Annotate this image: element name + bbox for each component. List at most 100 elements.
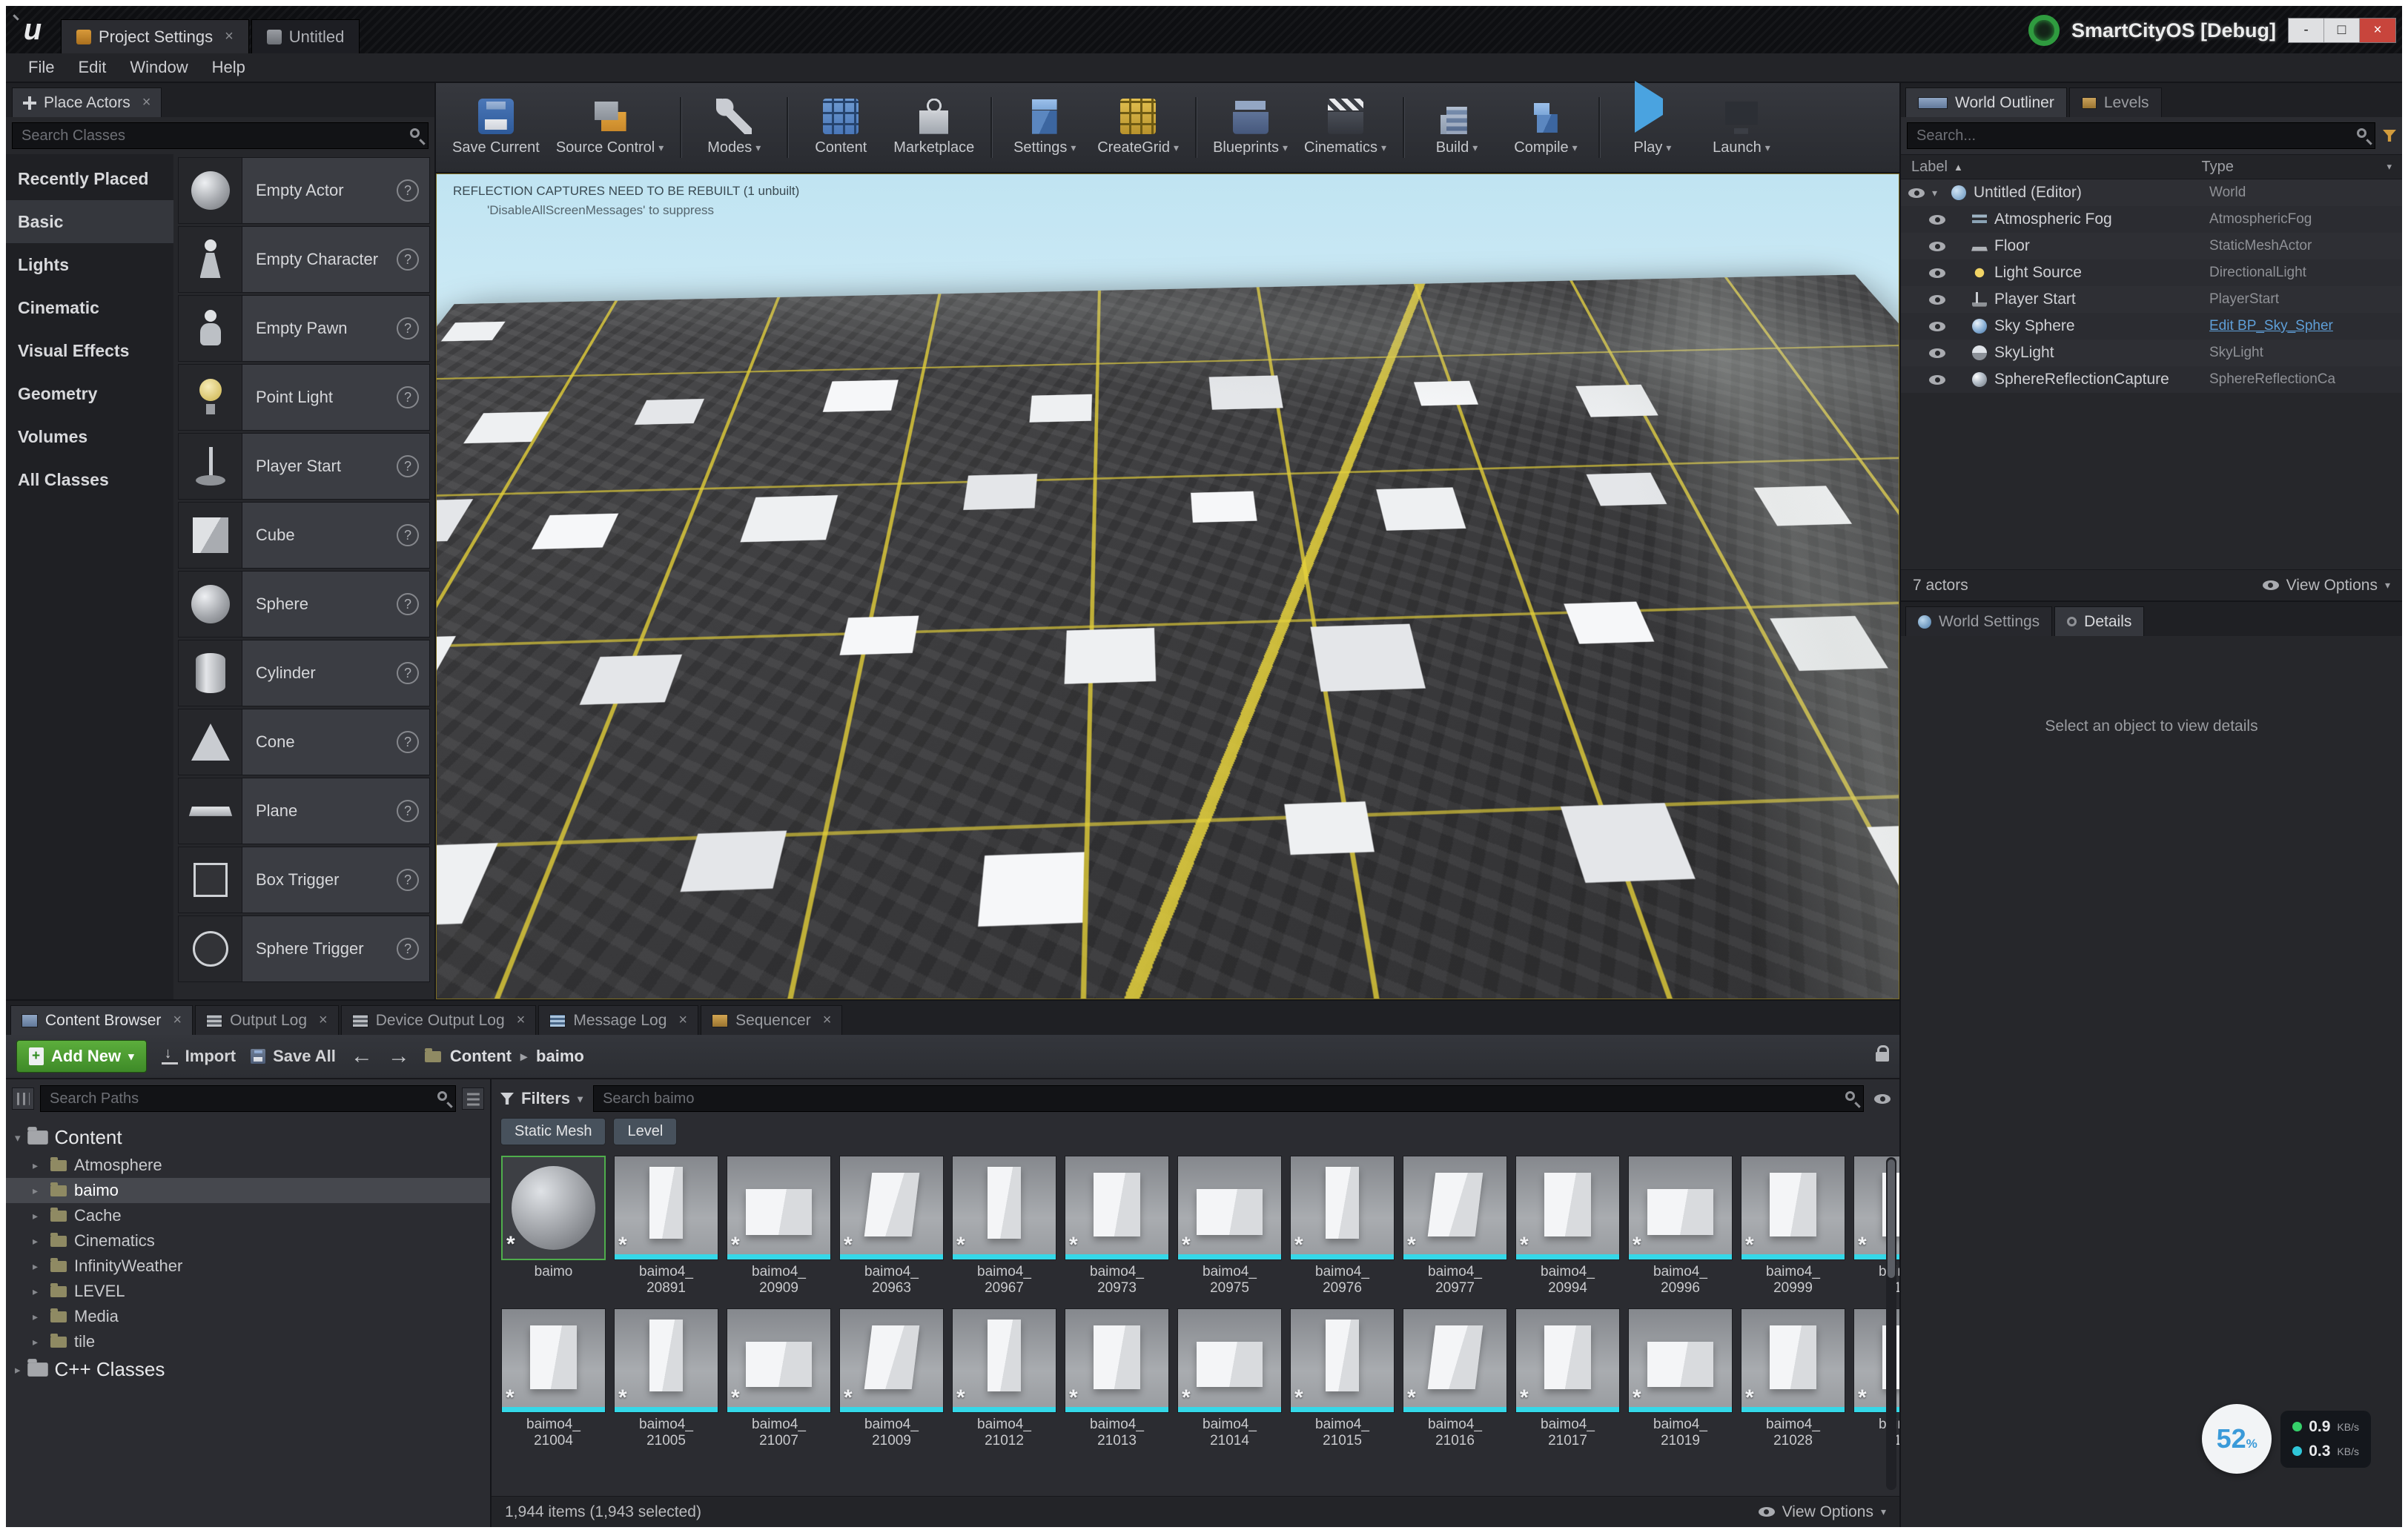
placeable-actor[interactable]: Sphere ?: [178, 571, 430, 638]
breadcrumb-current[interactable]: baimo: [536, 1047, 584, 1066]
asset-tile[interactable]: * baimo4_ 21013: [1064, 1308, 1170, 1449]
asset-tile[interactable]: * baimo4_ 21012: [951, 1308, 1057, 1449]
breadcrumb-root[interactable]: Content: [450, 1047, 512, 1066]
asset-tile[interactable]: * baimo4_ 20977: [1402, 1156, 1508, 1297]
list-view-icon[interactable]: [462, 1087, 484, 1110]
menu-item[interactable]: File: [16, 55, 66, 80]
view-settings-eye-icon[interactable]: [1874, 1093, 1891, 1104]
search-assets-input[interactable]: [593, 1085, 1864, 1112]
actor-category[interactable]: Cinematic: [6, 286, 173, 329]
expander-icon[interactable]: ▸: [33, 1285, 43, 1298]
placeable-actor[interactable]: Player Start ?: [178, 433, 430, 500]
close-icon[interactable]: ×: [225, 28, 234, 45]
bottom-tab[interactable]: Message Log ×: [538, 1005, 699, 1035]
close-icon[interactable]: ×: [319, 1012, 328, 1029]
sources-toggle-icon[interactable]: [12, 1087, 34, 1110]
expander-icon[interactable]: ▾: [1932, 187, 1944, 199]
outliner-row[interactable]: ▾ Floor StaticMeshActor: [1901, 233, 2402, 259]
view-options-button[interactable]: View Options ▾: [2262, 577, 2390, 595]
outliner-type[interactable]: StaticMeshActor: [2209, 238, 2395, 254]
blueprints-button[interactable]: Blueprints ▾: [1213, 99, 1288, 156]
expander-icon[interactable]: ▸: [33, 1210, 43, 1222]
column-label[interactable]: Label: [1911, 159, 1948, 176]
asset-tile[interactable]: * baimo4_ 20967: [951, 1156, 1057, 1297]
scrollbar[interactable]: [1886, 1157, 1896, 1490]
folder-item[interactable]: ▸ InfinityWeather: [6, 1254, 490, 1279]
outliner-row[interactable]: ▾ Player Start PlayerStart: [1901, 286, 2402, 313]
search-classes-input[interactable]: [12, 122, 429, 149]
maximize-button[interactable]: □: [2324, 19, 2360, 42]
bottom-tab[interactable]: Device Output Log ×: [340, 1005, 537, 1035]
placeable-actor[interactable]: Plane ?: [178, 778, 430, 844]
asset-tile[interactable]: * baimo4_ 20891: [613, 1156, 719, 1297]
launch-button[interactable]: Launch ▾: [1705, 99, 1778, 156]
close-icon[interactable]: ×: [173, 1012, 182, 1029]
asset-tile[interactable]: * baimo4_ 21028: [1740, 1308, 1846, 1449]
menu-item[interactable]: Window: [118, 55, 199, 80]
asset-tile[interactable]: * baimo4_ 21015: [1289, 1308, 1395, 1449]
visibility-eye-icon[interactable]: [1929, 268, 1945, 278]
folder-item-cpp-classes[interactable]: ▸ C++ Classes: [6, 1354, 490, 1385]
tab-levels[interactable]: Levels: [2068, 87, 2162, 117]
column-type[interactable]: Type: [2201, 159, 2386, 176]
import-button[interactable]: Import: [161, 1045, 236, 1066]
content-button[interactable]: Content: [804, 99, 877, 156]
tab-world-outliner[interactable]: World Outliner: [1905, 87, 2067, 117]
asset-tile[interactable]: * baimo4_ 20909: [726, 1156, 832, 1297]
bottom-tab[interactable]: Content Browser ×: [10, 1005, 194, 1035]
asset-tile[interactable]: * baimo4_ 20973: [1064, 1156, 1170, 1297]
bottom-tab[interactable]: Sequencer ×: [701, 1005, 843, 1035]
visibility-eye-icon[interactable]: [1908, 188, 1925, 198]
expander-icon[interactable]: ▸: [33, 1185, 43, 1197]
chevron-down-icon[interactable]: ▾: [2386, 161, 2392, 173]
asset-tile[interactable]: * baimo4_ 20975: [1177, 1156, 1283, 1297]
expander-icon[interactable]: ▸: [33, 1235, 43, 1248]
close-button[interactable]: ×: [2360, 19, 2395, 42]
outliner-row[interactable]: ▾ Atmospheric Fog AtmosphericFog: [1901, 206, 2402, 233]
source-control-button[interactable]: Source Control ▾: [556, 99, 664, 156]
outliner-row[interactable]: ▾ Untitled (Editor) World: [1901, 179, 2402, 206]
add-new-button[interactable]: Add New ▾: [16, 1040, 147, 1073]
outliner-type[interactable]: SphereReflectionCa: [2209, 371, 2395, 388]
lock-icon[interactable]: [1876, 1044, 1889, 1062]
minimize-button[interactable]: -: [2289, 19, 2324, 42]
outliner-type[interactable]: DirectionalLight: [2209, 265, 2395, 281]
outliner-filter-icon[interactable]: [2383, 130, 2396, 142]
tab-place-actors[interactable]: Place Actors ×: [12, 87, 162, 117]
view-options-button[interactable]: View Options ▾: [1758, 1503, 1886, 1521]
visibility-eye-icon[interactable]: [1929, 321, 1945, 331]
tab-world-settings[interactable]: World Settings: [1905, 606, 2053, 636]
tab-details[interactable]: Details: [2054, 606, 2145, 636]
placeable-actor[interactable]: Empty Character ?: [178, 226, 430, 293]
search-paths-input[interactable]: [40, 1085, 456, 1112]
asset-tile[interactable]: * baimo4_ 20996: [1627, 1156, 1733, 1297]
actor-category[interactable]: Volumes: [6, 415, 173, 458]
visibility-eye-icon[interactable]: [1929, 374, 1945, 385]
visibility-eye-icon[interactable]: [1929, 294, 1945, 305]
folder-item-content[interactable]: ▾ Content: [6, 1122, 490, 1153]
asset-tile[interactable]: * baimo4_ 21004: [500, 1308, 606, 1449]
back-button[interactable]: ←: [351, 1045, 373, 1067]
create-grid-button[interactable]: CreateGrid ▾: [1097, 99, 1179, 156]
visibility-eye-icon[interactable]: [1929, 348, 1945, 358]
asset-tile[interactable]: * baimo4_ 21019: [1627, 1308, 1733, 1449]
asset-tile[interactable]: * baimo4_ 20963: [838, 1156, 945, 1297]
placeable-actor[interactable]: Cube ?: [178, 502, 430, 569]
outliner-type[interactable]: AtmosphericFog: [2209, 211, 2395, 228]
actor-category[interactable]: Geometry: [6, 372, 173, 415]
placeable-actor[interactable]: Box Trigger ?: [178, 847, 430, 913]
outliner-type[interactable]: Edit BP_Sky_Spher: [2209, 318, 2395, 334]
filters-button[interactable]: Filters ▾: [500, 1089, 583, 1108]
folder-item[interactable]: ▸ baimo: [6, 1178, 490, 1203]
close-icon[interactable]: ×: [823, 1012, 832, 1029]
scrollbar-thumb[interactable]: [1888, 1159, 1895, 1278]
3d-viewport[interactable]: REFLECTION CAPTURES NEED TO BE REBUILT (…: [436, 173, 1899, 999]
close-icon[interactable]: ×: [517, 1012, 526, 1029]
actor-category[interactable]: Visual Effects: [6, 329, 173, 372]
asset-tile[interactable]: * baimo4_ 20999: [1740, 1156, 1846, 1297]
expander-icon[interactable]: ▸: [15, 1363, 21, 1377]
modes-button[interactable]: Modes ▾: [698, 99, 770, 156]
build-button[interactable]: Build ▾: [1420, 99, 1493, 156]
asset-tile[interactable]: * baimo4_ 21009: [838, 1308, 945, 1449]
outliner-type[interactable]: SkyLight: [2209, 345, 2395, 361]
